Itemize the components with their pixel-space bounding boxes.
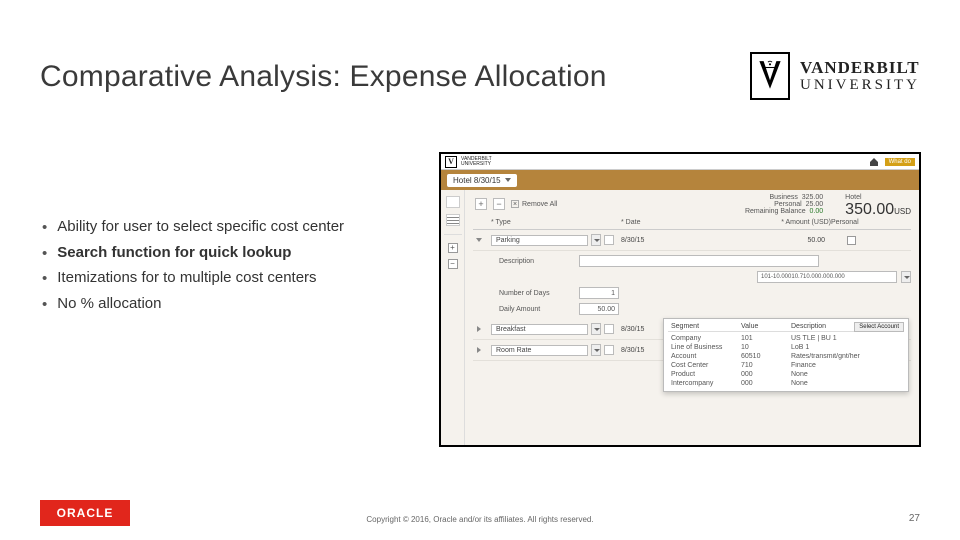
type-select[interactable]: Parking: [491, 234, 601, 246]
logo-text: VANDERBILT UNIVERSITY: [800, 59, 920, 93]
col-date: Date: [621, 219, 711, 226]
segment-row: Cost Center710Finance: [668, 361, 904, 370]
ss-titlebar: Hotel 8/30/15: [441, 170, 919, 190]
footer: ORACLE Copyright © 2016, Oracle and/or i…: [0, 490, 960, 540]
sidebar-remove-button[interactable]: −: [448, 259, 458, 269]
ss-topbar: V VANDERBILT UNIVERSITY What do: [441, 154, 919, 170]
row-detail: Description 101-10.00010.710.000.000.000…: [499, 255, 911, 315]
type-select[interactable]: Breakfast: [491, 323, 601, 335]
segment-row: Company101US TLE | BU 1: [668, 334, 904, 343]
expand-icon[interactable]: [477, 326, 481, 332]
amount-cell[interactable]: 50.00: [711, 237, 831, 244]
type-select[interactable]: Room Rate: [491, 344, 601, 356]
remaining-label: Remaining Balance: [745, 208, 806, 215]
remove-all-button[interactable]: ×Remove All: [511, 200, 557, 208]
col-personal: Personal: [831, 219, 871, 226]
summary-block: Business 325.00 Personal 25.00 Remaining…: [745, 194, 911, 219]
camera-icon[interactable]: [604, 324, 614, 334]
ss-logo-icon: V: [445, 156, 457, 168]
chevron-down-icon: [591, 323, 601, 335]
personal-checkbox[interactable]: [847, 236, 856, 245]
hotel-chip-label: Hotel 8/30/15: [453, 176, 501, 185]
personal-value: 25.00: [806, 201, 824, 208]
ss-body: + − Business 325.00 Personal 25.00 Remai…: [441, 190, 919, 445]
close-icon: ×: [511, 200, 519, 208]
ss-brand-line2: UNIVERSITY: [461, 162, 492, 167]
segment-popup[interactable]: Select Account Segment Value Description…: [663, 318, 909, 392]
daily-input[interactable]: 50.00: [579, 303, 619, 315]
camera-icon[interactable]: [604, 345, 614, 355]
bullet-item: No % allocation: [42, 295, 442, 315]
col-type: Type: [491, 219, 601, 226]
ss-brand-text: VANDERBILT UNIVERSITY: [461, 157, 492, 166]
slide-title: Comparative Analysis: Expense Allocation: [40, 60, 607, 94]
logo-line2: UNIVERSITY: [800, 78, 920, 93]
account-input[interactable]: 101-10.00010.710.000.000.000: [757, 271, 897, 283]
vanderbilt-logo: VANDERBILT UNIVERSITY: [750, 52, 920, 102]
delete-row-button[interactable]: −: [493, 198, 505, 210]
select-account-button[interactable]: Select Account: [854, 322, 904, 332]
table-row: Parking 8/30/15 50.00: [473, 230, 911, 251]
page-number: 27: [909, 513, 920, 524]
days-label: Number of Days: [499, 290, 569, 297]
bullet-list: Ability for user to select specific cost…: [42, 218, 442, 320]
sidebar-add-button[interactable]: +: [448, 243, 458, 253]
expand-icon[interactable]: [476, 238, 482, 242]
account-lookup-icon[interactable]: [901, 271, 911, 283]
segment-row: Line of Business10LoB 1: [668, 343, 904, 352]
segment-row: Product000None: [668, 370, 904, 379]
segment-row: Intercompany000None: [668, 379, 904, 388]
date-cell[interactable]: 8/30/15: [621, 237, 711, 244]
camera-icon[interactable]: [604, 235, 614, 245]
ss-sidebar: + −: [441, 190, 465, 445]
bullet-item: Search function for quick lookup: [42, 244, 442, 264]
hotel-chip[interactable]: Hotel 8/30/15: [447, 174, 517, 187]
home-icon[interactable]: [869, 157, 879, 167]
sidebar-doc-icon[interactable]: [446, 196, 460, 208]
bullet-text: No % allocation: [57, 295, 161, 312]
bullet-item: Itemizations for to multiple cost center…: [42, 269, 442, 289]
personal-label: Personal: [774, 201, 802, 208]
embedded-screenshot: V VANDERBILT UNIVERSITY What do Hotel 8/…: [439, 152, 921, 447]
chevron-down-icon: [591, 234, 601, 246]
daily-label: Daily Amount: [499, 306, 569, 313]
business-value: 325.00: [802, 194, 823, 201]
description-input[interactable]: [579, 255, 819, 267]
col-amount: Amount (USD): [711, 219, 831, 226]
logo-shield-icon: [750, 52, 790, 100]
segment-row: Account60510Rates/transmit/gnt/her: [668, 352, 904, 361]
logo-line1: VANDERBILT: [800, 59, 920, 76]
hotel-label: Hotel: [845, 194, 911, 201]
sidebar-list-icon[interactable]: [446, 214, 460, 226]
whatdo-button[interactable]: What do: [885, 158, 915, 166]
bullet-text: Itemizations for to multiple cost center…: [57, 269, 316, 286]
hotel-amount: 350.00USD: [845, 201, 911, 219]
expand-icon[interactable]: [477, 347, 481, 353]
remaining-value: 0.00: [810, 208, 824, 215]
slide: Comparative Analysis: Expense Allocation…: [0, 0, 960, 540]
add-row-button[interactable]: +: [475, 198, 487, 210]
copyright-text: Copyright © 2016, Oracle and/or its affi…: [0, 515, 960, 524]
title-row: Comparative Analysis: Expense Allocation…: [40, 52, 920, 102]
business-label: Business: [769, 194, 797, 201]
bullet-item: Ability for user to select specific cost…: [42, 218, 442, 238]
description-label: Description: [499, 258, 569, 265]
bullet-text: Ability for user to select specific cost…: [57, 218, 344, 235]
bullet-text: Search function for quick lookup: [57, 244, 291, 261]
days-input[interactable]: 1: [579, 287, 619, 299]
ss-main: Business 325.00 Personal 25.00 Remaining…: [465, 190, 919, 445]
chevron-down-icon: [505, 178, 511, 182]
chevron-down-icon: [591, 344, 601, 356]
